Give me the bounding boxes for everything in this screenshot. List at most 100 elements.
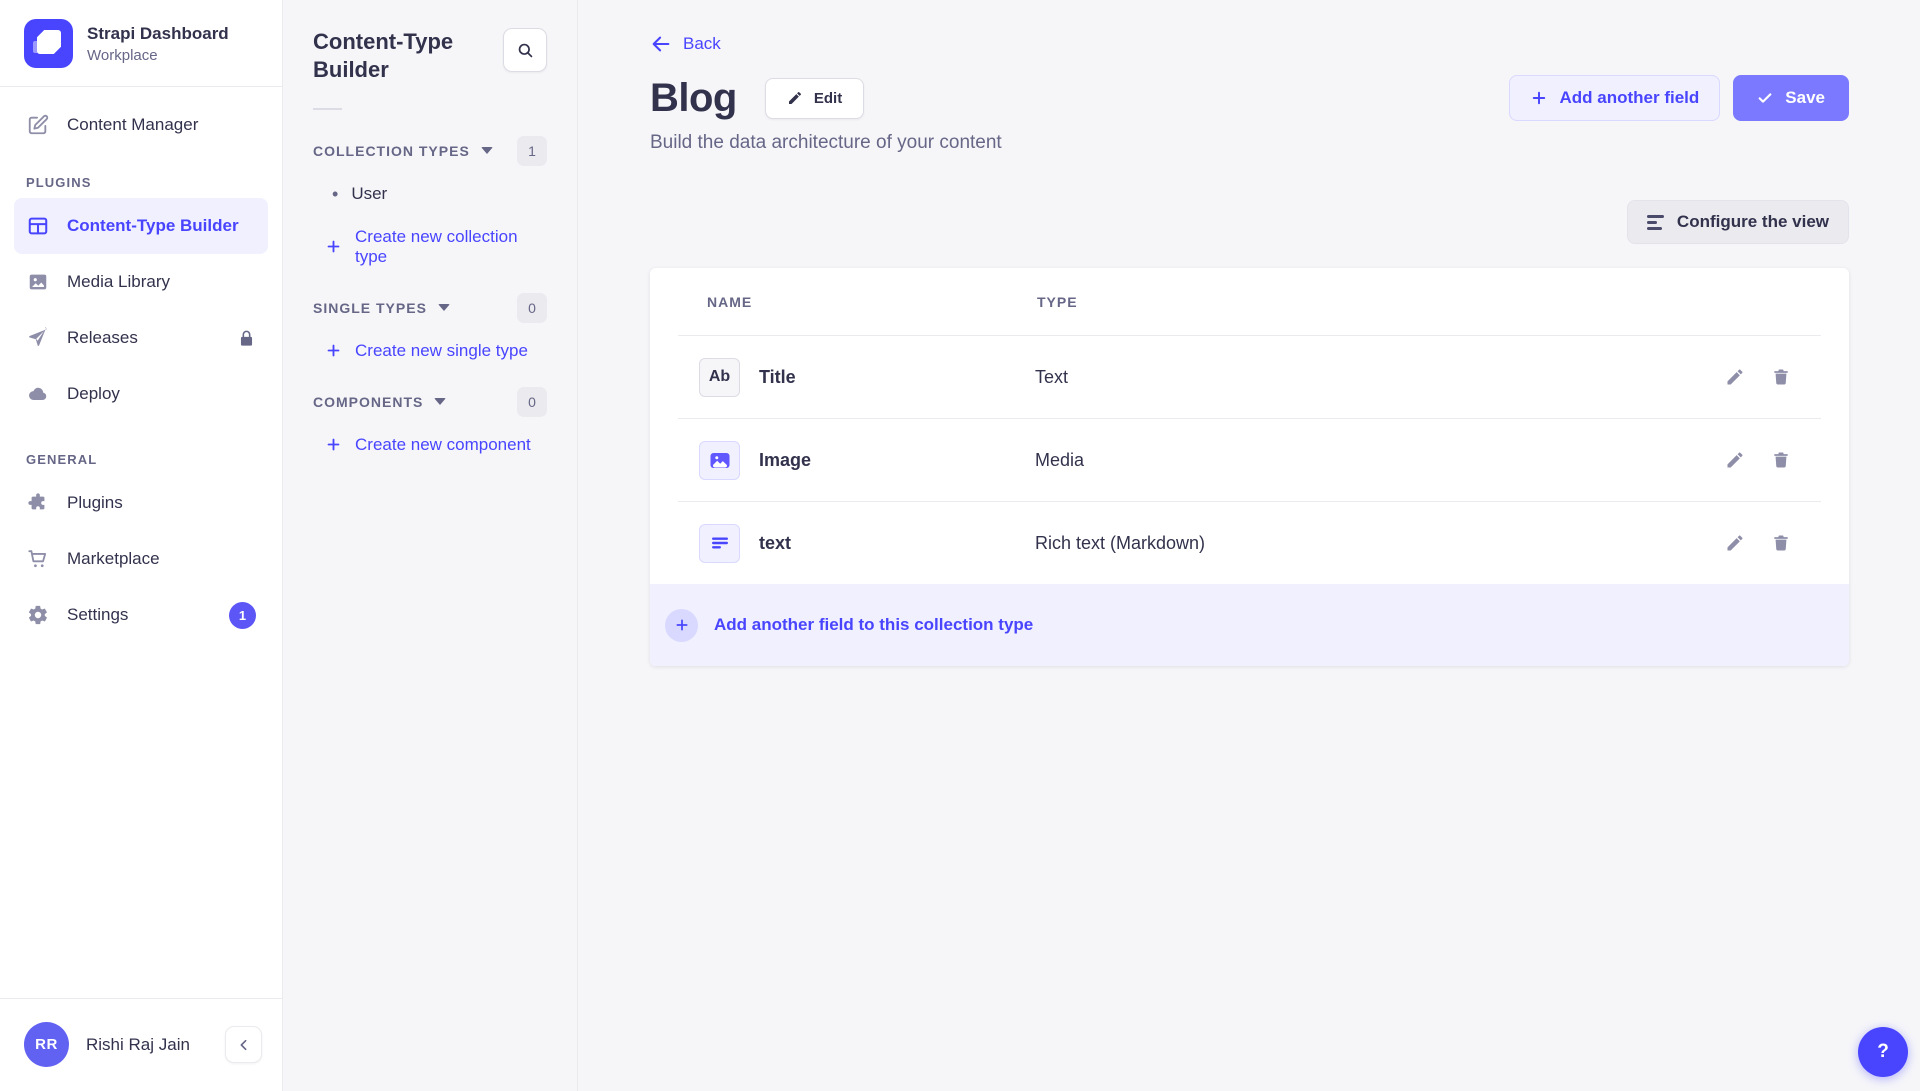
richtext-field-icon xyxy=(699,524,740,563)
delete-field-button[interactable] xyxy=(1771,367,1791,387)
trash-icon xyxy=(1771,533,1791,553)
pencil-icon xyxy=(1725,533,1745,553)
gear-icon xyxy=(26,603,50,627)
divider xyxy=(313,108,342,110)
cloud-icon xyxy=(26,382,50,406)
table-header: NAME TYPE xyxy=(650,268,1849,335)
search-button[interactable] xyxy=(503,28,547,72)
back-label: Back xyxy=(683,34,721,54)
collection-types-count: 1 xyxy=(517,136,547,166)
group-label: SINGLE TYPES xyxy=(313,300,427,316)
edit-field-button[interactable] xyxy=(1725,533,1745,553)
layout-grid-icon xyxy=(26,214,50,238)
content-type-builder-panel: Content-Type Builder COLLECTION TYPES 1 … xyxy=(283,0,578,1091)
strapi-logo-icon xyxy=(24,19,73,68)
group-label: COLLECTION TYPES xyxy=(313,143,470,159)
table-row-title: Ab Title Text xyxy=(650,336,1849,418)
plus-icon xyxy=(325,238,342,255)
plus-icon xyxy=(1530,89,1548,107)
fields-table: NAME TYPE Ab Title Text Image Media xyxy=(650,268,1849,666)
trash-icon xyxy=(1771,367,1791,387)
delete-field-button[interactable] xyxy=(1771,450,1791,470)
add-field-row-button[interactable]: Add another field to this collection typ… xyxy=(650,584,1849,666)
create-new-component-link[interactable]: Create new component xyxy=(325,435,547,455)
arrow-left-icon xyxy=(650,33,672,55)
plus-circle-icon xyxy=(665,609,698,642)
shopping-cart-icon xyxy=(26,547,50,571)
sidebar-item-label: Media Library xyxy=(67,272,170,292)
back-link[interactable]: Back xyxy=(650,33,721,55)
field-type: Text xyxy=(1035,367,1725,388)
trash-icon xyxy=(1771,450,1791,470)
puzzle-icon xyxy=(26,491,50,515)
edit-button[interactable]: Edit xyxy=(765,78,864,119)
sidebar-item-label: Deploy xyxy=(67,384,120,404)
configure-label: Configure the view xyxy=(1677,212,1829,232)
delete-field-button[interactable] xyxy=(1771,533,1791,553)
components-toggle[interactable]: COMPONENTS 0 xyxy=(313,387,547,417)
media-field-icon xyxy=(699,441,740,480)
add-another-field-button[interactable]: Add another field xyxy=(1509,75,1721,121)
plus-icon xyxy=(325,436,342,453)
bullet-icon: • xyxy=(332,184,338,205)
help-button[interactable]: ? xyxy=(1858,1027,1908,1077)
field-name: Title xyxy=(759,367,1035,388)
sidebar-item-content-type-builder[interactable]: Content-Type Builder xyxy=(14,198,268,254)
workspace-switcher[interactable]: Strapi Dashboard Workplace xyxy=(0,0,282,87)
sidebar-item-settings[interactable]: Settings 1 xyxy=(14,587,268,643)
sidebar-item-marketplace[interactable]: Marketplace xyxy=(14,531,268,587)
group-label: COMPONENTS xyxy=(313,394,423,410)
create-link-label: Create new component xyxy=(355,435,531,455)
chevron-down-icon xyxy=(434,398,446,405)
avatar: RR xyxy=(24,1022,69,1067)
list-lines-icon xyxy=(1647,215,1664,230)
field-type: Media xyxy=(1035,450,1725,471)
edit-label: Edit xyxy=(814,90,842,107)
collection-type-user[interactable]: • User xyxy=(313,166,547,209)
text-field-icon: Ab xyxy=(699,358,740,397)
user-name: Rishi Raj Jain xyxy=(86,1035,208,1055)
main-content: Back Blog Edit Add another field Save Bu… xyxy=(578,0,1920,1091)
chevron-left-icon xyxy=(236,1037,252,1053)
pencil-icon xyxy=(787,90,803,106)
table-row-image: Image Media xyxy=(650,419,1849,501)
app-sidebar: Strapi Dashboard Workplace Content Manag… xyxy=(0,0,283,1091)
column-header-name: NAME xyxy=(707,294,1037,310)
sidebar-item-label: Plugins xyxy=(67,493,123,513)
collection-types-toggle[interactable]: COLLECTION TYPES 1 xyxy=(313,136,547,166)
field-name: Image xyxy=(759,450,1035,471)
sidebar-item-content-manager[interactable]: Content Manager xyxy=(14,97,268,153)
components-count: 0 xyxy=(517,387,547,417)
sidebar-item-label: Content Manager xyxy=(67,115,198,135)
column-header-type: TYPE xyxy=(1037,294,1078,310)
lock-icon xyxy=(237,329,256,348)
sidebar-section-plugins: PLUGINS xyxy=(26,175,256,190)
sidebar-item-label: Content-Type Builder xyxy=(67,216,239,236)
pen-feather-icon xyxy=(26,113,50,137)
create-link-label: Create new collection type xyxy=(355,227,547,267)
sidebar-item-plugins[interactable]: Plugins xyxy=(14,475,268,531)
sidebar-item-label: Releases xyxy=(67,328,138,348)
user-profile: RR Rishi Raj Jain xyxy=(0,998,282,1091)
workspace-name: Workplace xyxy=(87,47,229,64)
save-button[interactable]: Save xyxy=(1733,75,1849,121)
single-types-count: 0 xyxy=(517,293,547,323)
pencil-icon xyxy=(1725,450,1745,470)
create-link-label: Create new single type xyxy=(355,341,528,361)
sidebar-item-media-library[interactable]: Media Library xyxy=(14,254,268,310)
configure-view-button[interactable]: Configure the view xyxy=(1627,200,1849,244)
table-row-text: text Rich text (Markdown) xyxy=(650,502,1849,584)
edit-field-button[interactable] xyxy=(1725,367,1745,387)
single-types-toggle[interactable]: SINGLE TYPES 0 xyxy=(313,293,547,323)
check-icon xyxy=(1757,90,1773,106)
field-type: Rich text (Markdown) xyxy=(1035,533,1725,554)
create-new-collection-type-link[interactable]: Create new collection type xyxy=(325,227,547,267)
sidebar-item-deploy[interactable]: Deploy xyxy=(14,366,268,422)
page-subtitle: Build the data architecture of your cont… xyxy=(650,132,1849,154)
create-new-single-type-link[interactable]: Create new single type xyxy=(325,341,547,361)
app-title: Strapi Dashboard xyxy=(87,24,229,44)
collapse-sidebar-button[interactable] xyxy=(225,1026,262,1063)
edit-field-button[interactable] xyxy=(1725,450,1745,470)
picture-icon xyxy=(26,270,50,294)
sidebar-item-releases[interactable]: Releases xyxy=(14,310,268,366)
